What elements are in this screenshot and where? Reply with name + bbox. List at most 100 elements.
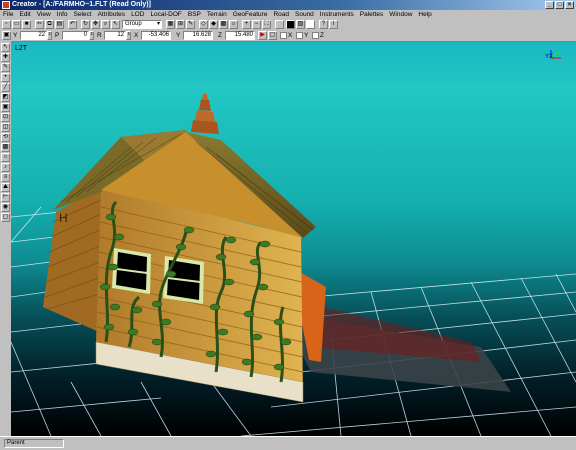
- reset-icon[interactable]: ▢: [268, 31, 277, 40]
- pitch-label: P: [55, 32, 60, 39]
- window-left: [112, 248, 151, 294]
- axis-z-checkbox[interactable]: [312, 32, 319, 39]
- grid-icon[interactable]: ▦: [166, 20, 175, 29]
- mode-select[interactable]: Group ▾: [122, 20, 162, 29]
- rotate-view-icon[interactable]: ↻: [81, 20, 90, 29]
- vertex-tool-icon[interactable]: •: [1, 73, 10, 82]
- menu-info[interactable]: Info: [54, 10, 71, 19]
- sound-tool-icon[interactable]: ♪: [1, 163, 10, 172]
- yaw-label: Y: [13, 32, 18, 39]
- status-field: Parent: [4, 439, 64, 448]
- select-arrow-icon[interactable]: ↖: [111, 20, 120, 29]
- minimize-button[interactable]: _: [545, 1, 554, 9]
- copy-icon[interactable]: ⧉: [45, 20, 54, 29]
- menu-window[interactable]: Window: [386, 10, 415, 19]
- menu-local-dof[interactable]: Local-DOF: [147, 10, 184, 19]
- x-label: X: [134, 32, 139, 39]
- menu-geofeature[interactable]: GeoFeature: [230, 10, 271, 19]
- axis-indicator-label: YX: [545, 54, 554, 60]
- menu-terrain[interactable]: Terrain: [204, 10, 230, 19]
- pitch-field[interactable]: 0: [62, 31, 89, 40]
- cut-icon[interactable]: ✂: [35, 20, 44, 29]
- axis-x-checkbox[interactable]: [280, 32, 287, 39]
- roll-label: R: [97, 32, 102, 39]
- scene-svg: H: [11, 50, 576, 436]
- save-icon[interactable]: ■: [22, 20, 31, 29]
- axis-y-checkbox[interactable]: [296, 32, 303, 39]
- z-label: Z: [218, 32, 222, 39]
- light-tool-icon[interactable]: ☼: [1, 153, 10, 162]
- menu-palettes[interactable]: Palettes: [357, 10, 387, 19]
- open-folder-icon[interactable]: ▭: [12, 20, 21, 29]
- material-icon[interactable]: [306, 20, 315, 29]
- menu-bsp[interactable]: BSP: [185, 10, 204, 19]
- menu-edit[interactable]: Edit: [16, 10, 33, 19]
- axis-y-label: Y: [304, 32, 309, 39]
- pointer-tool-icon[interactable]: ↖: [1, 43, 10, 52]
- eye-tool-icon[interactable]: ◉: [1, 203, 10, 212]
- maximize-button[interactable]: □: [555, 1, 564, 9]
- menu-view[interactable]: View: [34, 10, 54, 19]
- zoom-icon[interactable]: ⌕: [101, 20, 110, 29]
- face-tool-icon[interactable]: ◩: [1, 93, 10, 102]
- solid-icon[interactable]: ◆: [209, 20, 218, 29]
- pan-view-icon[interactable]: ✥: [91, 20, 100, 29]
- road-tool-icon[interactable]: ≡: [1, 173, 10, 182]
- close-button[interactable]: ×: [565, 1, 574, 9]
- light-icon[interactable]: ☼: [229, 20, 238, 29]
- lod-tool-icon[interactable]: ◫: [1, 123, 10, 132]
- camera-tool-icon[interactable]: ▢: [1, 213, 10, 222]
- fit-view-icon[interactable]: ⛶: [262, 20, 271, 29]
- wireframe-icon[interactable]: ◇: [199, 20, 208, 29]
- menu-lod[interactable]: LOD: [128, 10, 147, 19]
- z-field[interactable]: 15.480: [225, 31, 255, 40]
- color-black-icon[interactable]: [286, 20, 295, 29]
- yaw-spinner[interactable]: ⇕: [47, 31, 52, 40]
- info-icon[interactable]: i: [329, 20, 338, 29]
- edge-tool-icon[interactable]: ╱: [1, 83, 10, 92]
- menu-file[interactable]: File: [0, 10, 16, 19]
- menu-attributes[interactable]: Attributes: [95, 10, 128, 19]
- help-icon[interactable]: ?: [319, 20, 328, 29]
- menu-help[interactable]: Help: [415, 10, 434, 19]
- roll-field[interactable]: 12: [104, 31, 126, 40]
- terrain-tool-icon[interactable]: ⛰: [1, 183, 10, 192]
- window-title: Creator - [A:/FARMHO~1.FLT (Read Only)]: [12, 1, 151, 8]
- paste-icon[interactable]: ▤: [55, 20, 64, 29]
- roll-spinner[interactable]: ⇕: [126, 31, 131, 40]
- dof-tool-icon[interactable]: ⟲: [1, 133, 10, 142]
- mode-select-value: Group: [125, 21, 142, 27]
- measure-tool-icon[interactable]: ⊢: [1, 193, 10, 202]
- side-wall-mark: H: [59, 211, 68, 225]
- menu-road[interactable]: Road: [270, 10, 292, 19]
- texture-tool-icon[interactable]: ▩: [1, 143, 10, 152]
- menu-select[interactable]: Select: [71, 10, 95, 19]
- app-icon[interactable]: [2, 1, 10, 9]
- zoom-in-icon[interactable]: +: [242, 20, 251, 29]
- zoom-out-icon[interactable]: −: [252, 20, 261, 29]
- window-right: [163, 256, 204, 304]
- menu-instruments[interactable]: Instruments: [317, 10, 357, 19]
- pitch-spinner[interactable]: ⇕: [89, 31, 94, 40]
- coordinate-toolbar: ▣ Y 22 ⇕ P 0 ⇕ R 12 ⇕ X -53.406 Y 16.628…: [0, 30, 576, 41]
- 3d-viewport[interactable]: H L2T YX: [11, 41, 576, 436]
- menu-sound[interactable]: Sound: [292, 10, 317, 19]
- texture-icon[interactable]: ▩: [219, 20, 228, 29]
- create-tool-icon[interactable]: ✚: [1, 53, 10, 62]
- palette-icon[interactable]: ▧: [296, 20, 305, 29]
- undo-icon[interactable]: ↶: [68, 20, 77, 29]
- lock-icon[interactable]: ▣: [2, 31, 11, 40]
- new-file-icon[interactable]: ▫: [2, 20, 11, 29]
- modify-tool-icon[interactable]: ✎: [1, 63, 10, 72]
- main-toolbar: ▫ ▭ ■ ✂ ⧉ ▤ ↶ ↻ ✥ ⌕ ↖ Group ▾ ▦ ⊞ ✎ ◇ ◆ …: [0, 19, 576, 30]
- axis-x-label: X: [288, 32, 293, 39]
- x-field[interactable]: -53.406: [141, 31, 171, 40]
- y-field[interactable]: 16.628: [183, 31, 213, 40]
- hierarchy-icon[interactable]: ⊞: [176, 20, 185, 29]
- draw-mode-icon[interactable]: ✎: [186, 20, 195, 29]
- group-tool-icon[interactable]: ⊡: [1, 113, 10, 122]
- apply-icon[interactable]: ▶: [258, 31, 267, 40]
- yaw-field[interactable]: 22: [20, 31, 47, 40]
- object-tool-icon[interactable]: ▣: [1, 103, 10, 112]
- color-white-icon[interactable]: [275, 20, 284, 29]
